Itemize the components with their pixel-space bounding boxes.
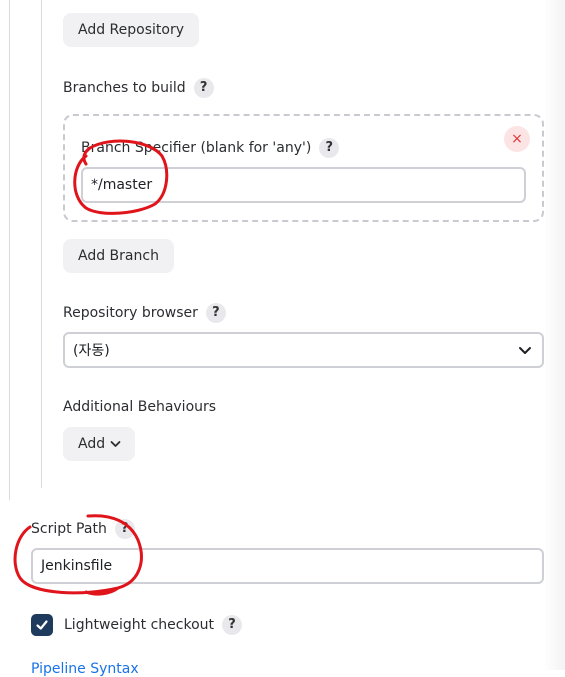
script-path-input[interactable]: Jenkinsfile	[31, 548, 544, 584]
remove-branch-close-icon[interactable]: ×	[504, 126, 530, 152]
help-icon[interactable]: ?	[205, 303, 226, 323]
scroll-shade	[543, 0, 565, 670]
lightweight-checkout-label: Lightweight checkout?	[64, 615, 243, 635]
repository-browser-select[interactable]: (자동)	[63, 332, 544, 368]
pipeline-syntax-link[interactable]: Pipeline Syntax	[31, 661, 139, 677]
help-icon[interactable]: ?	[193, 78, 214, 98]
add-branch-button[interactable]: Add Branch	[63, 239, 174, 273]
repository-browser-label: Repository browser?	[63, 303, 226, 323]
lightweight-checkout-checkbox[interactable]	[31, 614, 53, 636]
script-path-label: Script Path?	[31, 519, 135, 539]
branches-to-build-text: Branches to build	[63, 80, 186, 96]
branch-specifier-input[interactable]: */master	[81, 167, 526, 203]
add-behaviour-button[interactable]: Add	[63, 427, 136, 461]
help-icon[interactable]: ?	[222, 615, 243, 635]
add-repository-button[interactable]: Add Repository	[63, 13, 199, 47]
chevron-down-icon	[519, 347, 531, 354]
chevron-down-icon	[110, 441, 121, 447]
help-icon[interactable]: ?	[114, 519, 135, 539]
script-path-value: Jenkinsfile	[41, 558, 113, 574]
repository-browser-text: Repository browser	[63, 305, 198, 321]
help-icon[interactable]: ?	[319, 138, 340, 158]
checkmark-icon	[36, 620, 48, 630]
lightweight-checkout-text: Lightweight checkout	[64, 617, 215, 633]
branch-specifier-value: */master	[91, 177, 153, 193]
additional-behaviours-label: Additional Behaviours	[63, 399, 217, 415]
branches-to-build-label: Branches to build?	[63, 78, 214, 98]
outer-section-rail	[9, 0, 10, 500]
branch-specifier-text: Branch Specifier (blank for 'any')	[81, 140, 312, 156]
inner-section-rail	[41, 0, 42, 488]
script-path-text: Script Path	[31, 521, 107, 537]
branch-specifier-label: Branch Specifier (blank for 'any')?	[81, 138, 340, 158]
add-label: Add	[78, 436, 106, 452]
repository-browser-value: (자동)	[73, 343, 110, 359]
